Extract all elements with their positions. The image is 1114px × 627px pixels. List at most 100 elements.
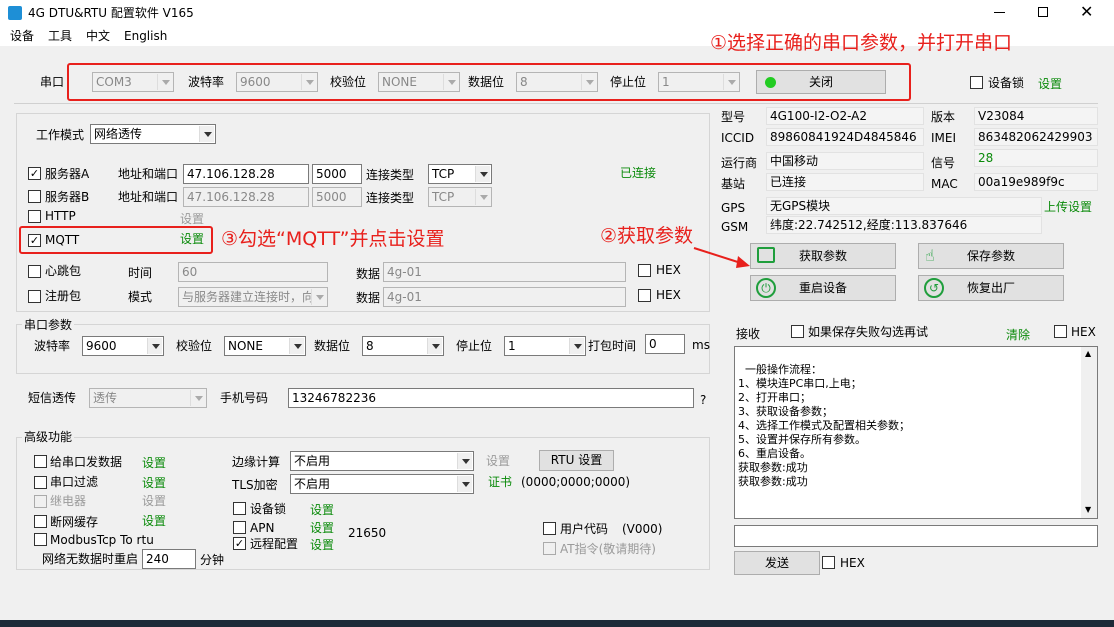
port-label: 串口 [40, 75, 65, 89]
minimize-icon[interactable] [994, 12, 1005, 13]
at-cmd-checkbox[interactable] [543, 542, 556, 555]
sms-label: 短信透传 [28, 391, 77, 405]
phone-input[interactable]: 13246782236 [288, 388, 694, 408]
heartbeat-hex-label: HEX [656, 263, 681, 277]
no-data-label: 网络无数据时重启 [42, 552, 139, 566]
save-fail-label: 如果保存失败勾选再试 [808, 325, 929, 339]
annotation-step3: ③勾选“MQTT”并点击设置 [221, 228, 445, 250]
menu-item-device[interactable]: 设备 [10, 28, 34, 44]
edge-select[interactable]: 不启用 [290, 451, 474, 471]
send-serial-set-link[interactable]: 设置 [142, 455, 166, 471]
send-hex-checkbox[interactable] [822, 556, 835, 569]
heartbeat-time-label: 时间 [128, 266, 153, 280]
apn-label: APN [250, 521, 275, 535]
save-params-button[interactable]: ☝ 保存参数 [918, 243, 1064, 269]
receive-hex-label: HEX [1071, 325, 1096, 339]
serial-filter-checkbox[interactable] [34, 476, 47, 489]
server-b-label: 服务器B [45, 190, 90, 204]
adv-device-lock-label: 设备锁 [250, 502, 287, 516]
work-mode-select[interactable]: 网络透传 [90, 124, 216, 144]
heartbeat-hex-checkbox[interactable] [638, 264, 651, 277]
user-code-checkbox[interactable] [543, 522, 556, 535]
restart-device-button[interactable]: ⏻ 重启设备 [750, 275, 896, 301]
serial-filter-set-link[interactable]: 设置 [142, 475, 166, 491]
edge-set-link[interactable]: 设置 [486, 453, 510, 469]
server-b-checkbox[interactable] [28, 190, 41, 203]
menu-item-chinese[interactable]: 中文 [86, 28, 110, 44]
heartbeat-data-input[interactable]: 4g-01 [383, 262, 626, 282]
at-cmd-label: AT指令(敬请期待) [560, 542, 656, 556]
remote-config-checkbox[interactable]: ✓ [233, 537, 246, 550]
remote-config-set-link[interactable]: 设置 [310, 537, 334, 553]
mac-label: MAC [931, 177, 958, 191]
sms-mode-select[interactable]: 透传 [89, 388, 207, 408]
adv-device-lock-checkbox[interactable] [233, 502, 246, 515]
register-checkbox[interactable] [28, 290, 41, 303]
menu-item-english[interactable]: English [124, 28, 167, 44]
http-set-link[interactable]: 设置 [180, 211, 204, 227]
adv-device-lock-set-link[interactable]: 设置 [310, 502, 334, 518]
app-logo-icon [8, 6, 22, 20]
server-a-port-input[interactable]: 5000 [312, 164, 362, 184]
tls-select[interactable]: 不启用 [290, 474, 474, 494]
device-lock-checkbox[interactable] [970, 76, 983, 89]
heartbeat-time-input[interactable]: 60 [178, 262, 328, 282]
server-b-port-input[interactable]: 5000 [312, 187, 362, 207]
menu-item-tools[interactable]: 工具 [48, 28, 72, 44]
http-checkbox[interactable] [28, 210, 41, 223]
send-input[interactable] [734, 525, 1098, 547]
receive-log[interactable]: 一般操作流程： 1、模块连PC串口,上电； 2、打开串口； 3、获取设备参数； … [734, 346, 1098, 519]
server-a-label: 服务器A [45, 167, 90, 181]
scroll-down-icon[interactable]: ▼ [1085, 505, 1091, 514]
serial-filter-label: 串口过滤 [50, 475, 99, 489]
cert-value: (0000;0000;0000) [521, 475, 631, 489]
apn-set-link[interactable]: 设置 [310, 520, 334, 536]
operator-value: 中国移动 [766, 152, 924, 170]
relay-checkbox[interactable] [34, 495, 47, 508]
register-hex-checkbox[interactable] [638, 289, 651, 302]
bottom-strip [0, 620, 1114, 627]
break-cache-checkbox[interactable] [34, 515, 47, 528]
scroll-up-icon[interactable]: ▲ [1085, 349, 1091, 358]
maximize-icon[interactable] [1038, 7, 1048, 17]
server-a-checkbox[interactable]: ✓ [28, 167, 41, 180]
modbus-checkbox[interactable] [34, 533, 47, 546]
server-a-type-select[interactable]: TCP [428, 164, 492, 184]
device-lock-set-link[interactable]: 设置 [1038, 76, 1062, 92]
no-data-input[interactable]: 240 [142, 549, 196, 569]
operator-label: 运行商 [721, 156, 758, 170]
send-serial-checkbox[interactable] [34, 455, 47, 468]
register-mode-select[interactable]: 与服务器建立连接时，向 [178, 287, 328, 307]
receive-scrollbar[interactable]: ▲ ▼ [1081, 347, 1097, 518]
gsm-value: 纬度:22.742512,经度:113.837646 [766, 216, 1042, 234]
annotation-step2: ②获取参数 [600, 225, 694, 247]
cert-link[interactable]: 证书 [488, 474, 512, 490]
apn-checkbox[interactable] [233, 521, 246, 534]
get-params-button[interactable]: 获取参数 [750, 243, 896, 269]
station-value: 已连接 [766, 173, 924, 191]
server-b-type-select[interactable]: TCP [428, 187, 492, 207]
sp-stopbits-select[interactable]: 1 [504, 336, 586, 356]
register-data-input[interactable]: 4g-01 [383, 287, 626, 307]
sp-pack-input[interactable]: 0 [645, 334, 685, 354]
relay-set-link[interactable]: 设置 [142, 493, 166, 509]
receive-hex-checkbox[interactable] [1054, 325, 1067, 338]
version-value: V23084 [974, 107, 1098, 125]
sp-parity-select[interactable]: NONE [224, 336, 306, 356]
factory-reset-button[interactable]: ↺ 恢复出厂 [918, 275, 1064, 301]
sms-help-icon[interactable]: ? [700, 392, 706, 408]
heartbeat-checkbox[interactable] [28, 265, 41, 278]
server-a-host-input[interactable]: 47.106.128.28 [183, 164, 309, 184]
upload-settings-link[interactable]: 上传设置 [1044, 199, 1092, 215]
rtu-settings-button[interactable]: RTU 设置 [539, 450, 614, 471]
break-cache-set-link[interactable]: 设置 [142, 513, 166, 529]
save-fail-checkbox[interactable] [791, 325, 804, 338]
send-button[interactable]: 发送 [734, 551, 820, 575]
edge-label: 边缘计算 [232, 455, 281, 469]
clear-link[interactable]: 清除 [1006, 327, 1030, 343]
sp-baud-select[interactable]: 9600 [82, 336, 164, 356]
sp-databits-select[interactable]: 8 [362, 336, 444, 356]
server-b-host-input[interactable]: 47.106.128.28 [183, 187, 309, 207]
close-window-icon[interactable]: ✕ [1080, 2, 1093, 22]
server-a-conn-label: 连接类型 [366, 168, 415, 182]
